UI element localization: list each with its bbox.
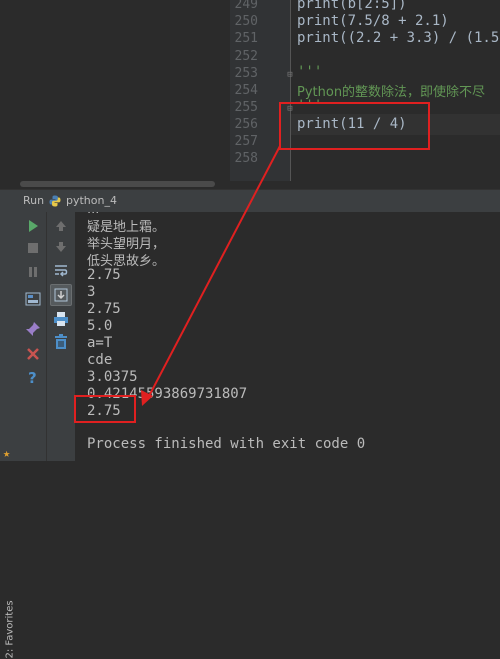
code-line[interactable]: print(7.5/8 + 2.1) [297,13,449,29]
code-editor[interactable]: 249 250 251 252 253 254 255 256 257 258 … [0,0,500,181]
scroll-to-end-icon [54,288,68,302]
fold-start-icon[interactable]: ⊟ [285,70,295,80]
code-highlight-box [279,102,430,150]
pin-tab-button[interactable] [23,319,43,339]
scroll-to-end-button[interactable] [50,284,72,306]
print-button[interactable] [51,309,71,329]
clear-all-button[interactable] [51,332,71,352]
console-line: 3 [87,284,96,300]
run-tab-label[interactable]: Run [23,194,44,207]
line-number: 255 [234,100,258,115]
star-icon[interactable]: ★ [3,446,10,460]
play-icon [29,220,38,232]
run-toolbar-secondary [47,212,76,461]
favorites-tool-button[interactable]: 2: Favorites [2,597,18,659]
output-highlight-box [74,395,136,423]
arrow-down-icon [56,242,66,252]
help-button[interactable]: ? [23,367,43,387]
help-icon: ? [28,369,37,385]
console-line: a=T [87,335,113,351]
trash-icon [55,334,67,349]
line-number: 257 [234,134,258,149]
line-number: 251 [234,31,258,46]
run-config-name[interactable]: python_4 [66,194,117,207]
pause-button[interactable] [23,262,43,282]
console-line: 3.0375 [87,369,138,385]
pin-icon [26,322,40,336]
code-line[interactable]: ''' [297,64,322,80]
line-number: 252 [234,49,258,64]
line-number: 249 [234,0,258,12]
console-line: 5.0 [87,318,113,334]
line-number: 254 [234,83,258,98]
line-number: 250 [234,14,258,29]
line-number: 258 [234,151,258,166]
down-stack-button[interactable] [51,237,71,257]
gutter-divider [290,0,291,181]
console-line: cde [87,352,113,368]
layout-icon [25,292,41,306]
editor-left-pane [0,0,230,181]
pause-icon [29,267,37,277]
code-line[interactable]: print((2.2 + 3.3) / (1.5 [297,30,499,46]
python-icon [49,195,61,207]
soft-wrap-button[interactable] [51,260,71,280]
soft-wrap-icon [55,265,68,277]
tool-window-strip: 2: Favorites [0,212,20,659]
stop-icon [28,243,38,253]
arrow-up-icon [56,221,66,231]
code-line[interactable]: Python的整数除法，即使除不尽 [297,81,485,100]
favorites-label: 2: Favorites [4,600,16,659]
console-output[interactable]: ... 疑是地上霜。 举头望明月， 低头思故乡。 2.75 3 2.75 5.0… [76,212,500,461]
console-line: 2.75 [87,301,121,317]
close-button[interactable] [23,344,43,364]
run-toolbar-primary: ? [20,212,47,461]
print-icon [54,312,68,326]
process-exit-message: Process finished with exit code 0 [87,436,366,452]
run-panel-header: Run python_4 [0,189,500,213]
up-stack-button[interactable] [51,216,71,236]
line-number: 256 [234,117,258,132]
editor-horizontal-scrollbar[interactable] [20,181,215,187]
rerun-button[interactable] [23,216,43,236]
line-number: 253 [234,66,258,81]
svg-text:?: ? [28,369,37,385]
close-icon [27,348,39,360]
console-line: 2.75 [87,267,121,283]
code-line[interactable]: print(b[2:5]) [297,0,407,12]
dump-threads-button[interactable] [23,289,43,309]
stop-button[interactable] [23,238,43,258]
